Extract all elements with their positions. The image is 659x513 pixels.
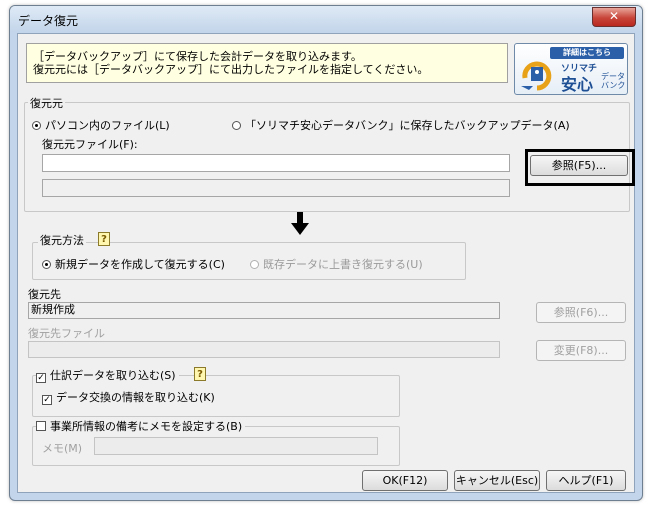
radio-local-file-label: パソコン内のファイル(L): [45, 119, 170, 132]
logo-main-text: 安心: [561, 75, 594, 94]
dest-file-field: [28, 341, 500, 358]
help-button[interactable]: ヘルプ(F1): [546, 470, 626, 491]
source-file-input[interactable]: [42, 154, 510, 172]
dest-change-button[interactable]: 変更(F8)...: [536, 340, 626, 361]
close-button[interactable]: ✕: [592, 7, 636, 27]
radio-new-data[interactable]: 新規データを作成して復元する(C): [42, 256, 225, 272]
info-line-1: ［データバックアップ］にて保存した会計データを取り込みます。: [33, 50, 362, 63]
import-exchange-checkbox[interactable]: ✓ データ交換の情報を取り込む(K): [42, 389, 215, 405]
memo-input[interactable]: [94, 437, 378, 455]
source-browse-button[interactable]: 参照(F5)...: [530, 155, 628, 176]
window-title: データ復元: [18, 14, 79, 28]
source-legend: 復元元: [28, 95, 65, 111]
radio-overwrite-label: 既存データに上書き復元する(U): [263, 258, 423, 271]
radio-unselected-icon: [250, 260, 259, 269]
radio-databank[interactable]: 「ソリマチ安心データバンク」に保存したバックアップデータ(A): [232, 117, 570, 133]
method-legend: 復元方法: [38, 232, 86, 248]
radio-new-data-label: 新規データを作成して復元する(C): [55, 258, 225, 271]
import-journal-checkbox[interactable]: ✓ 仕訳データを取り込む(S): [36, 367, 179, 383]
source-file-path-display: [42, 179, 510, 197]
checkbox-checked-icon: ✓: [42, 395, 52, 405]
info-message: ［データバックアップ］にて保存した会計データを取り込みます。 復元元には［データ…: [26, 43, 508, 83]
journal-help-icon[interactable]: ?: [194, 367, 206, 381]
method-help-icon[interactable]: ?: [98, 232, 110, 246]
databank-logo-icon: [521, 61, 552, 91]
radio-overwrite[interactable]: 既存データに上書き復元する(U): [250, 256, 423, 272]
logo-side-text: データ バンク: [601, 72, 625, 90]
memo-checkbox-label: 事業所情報の備考にメモを設定する(B): [50, 420, 243, 433]
data-restore-dialog: データ復元 ✕ ［データバックアップ］にて保存した会計データを取り込みます。 復…: [9, 5, 643, 501]
radio-selected-icon: [32, 121, 41, 130]
dialog-body: ［データバックアップ］にて保存した会計データを取り込みます。 復元元には［データ…: [17, 33, 635, 493]
dest-browse-button[interactable]: 参照(F6)...: [536, 302, 626, 323]
checkbox-checked-icon: ✓: [36, 373, 46, 383]
method-legend-label: 復元方法: [40, 234, 84, 247]
memo-label: メモ(M): [42, 442, 83, 455]
arrow-down-icon: [291, 212, 309, 235]
anshin-databank-logo-button[interactable]: 詳細はこちら ソリマチ 安心 データ バンク: [514, 43, 628, 95]
checkbox-unchecked-icon: [36, 421, 46, 431]
dest-label: 復元先: [28, 288, 61, 301]
logo-side-2: バンク: [601, 81, 626, 90]
close-icon: ✕: [608, 9, 620, 23]
dest-value-field: 新規作成: [28, 302, 500, 319]
info-line-2: 復元元には［データバックアップ］にて出力したファイルを指定してください。: [33, 63, 429, 76]
import-journal-label: 仕訳データを取り込む(S): [50, 369, 176, 382]
memo-checkbox[interactable]: 事業所情報の備考にメモを設定する(B): [36, 418, 246, 434]
import-exchange-label: データ交換の情報を取り込む(K): [56, 391, 215, 404]
logo-side-1: データ: [601, 72, 625, 81]
cancel-button[interactable]: キャンセル(Esc): [454, 470, 540, 491]
radio-unselected-icon: [232, 121, 241, 130]
ok-button[interactable]: OK(F12): [362, 470, 448, 491]
radio-databank-label: 「ソリマチ安心データバンク」に保存したバックアップデータ(A): [245, 119, 570, 132]
source-file-label: 復元元ファイル(F):: [42, 138, 138, 151]
title-bar[interactable]: データ復元 ✕: [10, 6, 642, 32]
radio-selected-icon: [42, 260, 51, 269]
logo-details-label: 詳細はこちら: [550, 47, 624, 59]
radio-local-file[interactable]: パソコン内のファイル(L): [32, 117, 170, 133]
dest-file-label: 復元先ファイル: [28, 327, 105, 340]
